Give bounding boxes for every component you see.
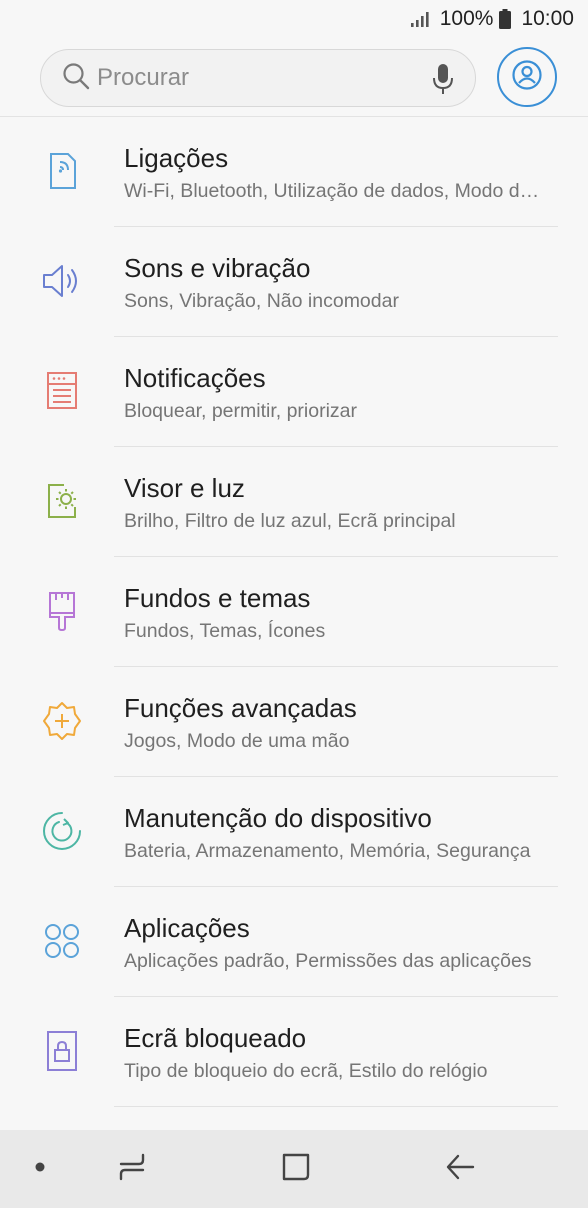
home-icon	[280, 1151, 312, 1188]
speaker-icon	[40, 259, 84, 303]
status-bar: 100% 10:00	[0, 0, 588, 38]
settings-item-title: Funções avançadas	[124, 693, 357, 723]
settings-item-device-maintenance[interactable]: Manutenção do dispositivo Bateria, Armaz…	[0, 777, 588, 887]
search-bar[interactable]	[40, 49, 476, 107]
settings-item-display[interactable]: Visor e luz Brilho, Filtro de luz azul, …	[0, 447, 588, 557]
settings-item-subtitle: Tipo de bloqueio do ecrã, Estilo do reló…	[124, 1060, 488, 1082]
advanced-features-icon	[40, 699, 84, 743]
nav-dot-button[interactable]	[20, 1130, 60, 1208]
settings-item-wallpapers-themes[interactable]: Fundos e temas Fundos, Temas, Ícones	[0, 557, 588, 667]
settings-item-subtitle: Bateria, Armazenamento, Memória, Seguran…	[124, 840, 531, 862]
settings-item-subtitle: Sons, Vibração, Não incomodar	[124, 290, 399, 312]
battery-percentage: 100%	[439, 7, 494, 30]
settings-item-title: Sons e vibração	[124, 253, 311, 283]
connections-icon	[40, 149, 84, 193]
navigation-bar	[0, 1130, 588, 1208]
search-header	[0, 38, 588, 117]
search-input[interactable]	[97, 64, 417, 92]
settings-list: Ligações Wi-Fi, Bluetooth, Utilização de…	[0, 117, 588, 1107]
settings-item-title: Manutenção do dispositivo	[124, 803, 432, 833]
home-button[interactable]	[268, 1130, 324, 1208]
settings-item-subtitle: Fundos, Temas, Ícones	[124, 620, 326, 642]
back-arrow-icon	[444, 1151, 476, 1188]
clock: 10:00	[521, 7, 574, 30]
paintbrush-icon	[40, 589, 84, 633]
device-maintenance-icon	[40, 809, 84, 853]
settings-item-sounds-vibration[interactable]: Sons e vibração Sons, Vibração, Não inco…	[0, 227, 588, 337]
settings-item-title: Visor e luz	[124, 473, 245, 503]
profile-icon	[511, 59, 543, 96]
settings-item-subtitle: Wi-Fi, Bluetooth, Utilização de dados, M…	[124, 180, 544, 202]
recent-apps-button[interactable]	[106, 1130, 158, 1208]
settings-item-title: Ligações	[124, 143, 229, 173]
settings-item-title: Ecrã bloqueado	[124, 1023, 307, 1053]
account-button[interactable]	[497, 47, 557, 107]
notifications-icon	[40, 369, 84, 413]
settings-item-title: Notificações	[124, 363, 266, 393]
settings-item-title: Fundos e temas	[124, 583, 311, 613]
settings-item-apps[interactable]: Aplicações Aplicações padrão, Permissões…	[0, 887, 588, 997]
settings-item-subtitle: Jogos, Modo de uma mão	[124, 730, 350, 752]
settings-item-subtitle: Bloquear, permitir, priorizar	[124, 400, 358, 422]
settings-item-subtitle: Brilho, Filtro de luz azul, Ecrã princip…	[124, 510, 456, 532]
apps-icon	[40, 919, 84, 963]
settings-item-advanced-features[interactable]: Funções avançadas Jogos, Modo de uma mão	[0, 667, 588, 777]
settings-item-subtitle: Aplicações padrão, Permissões das aplica…	[124, 950, 532, 972]
signal-icon	[410, 10, 432, 28]
settings-item-connections[interactable]: Ligações Wi-Fi, Bluetooth, Utilização de…	[0, 117, 588, 227]
search-icon	[61, 61, 91, 96]
microphone-icon[interactable]	[431, 63, 455, 100]
settings-item-title: Aplicações	[124, 913, 250, 943]
back-button[interactable]	[432, 1130, 488, 1208]
recent-apps-icon	[116, 1151, 148, 1188]
divider	[114, 1106, 558, 1107]
settings-item-lock-screen[interactable]: Ecrã bloqueado Tipo de bloqueio do ecrã,…	[0, 997, 588, 1107]
settings-item-notifications[interactable]: Notificações Bloquear, permitir, prioriz…	[0, 337, 588, 447]
lock-screen-icon	[40, 1029, 84, 1073]
display-icon	[40, 479, 84, 523]
dot-icon	[34, 1160, 46, 1178]
settings-screen: 100% 10:00 Procurar Ligações Wi-Fi, Blue…	[0, 0, 588, 1208]
battery-icon	[499, 9, 512, 29]
